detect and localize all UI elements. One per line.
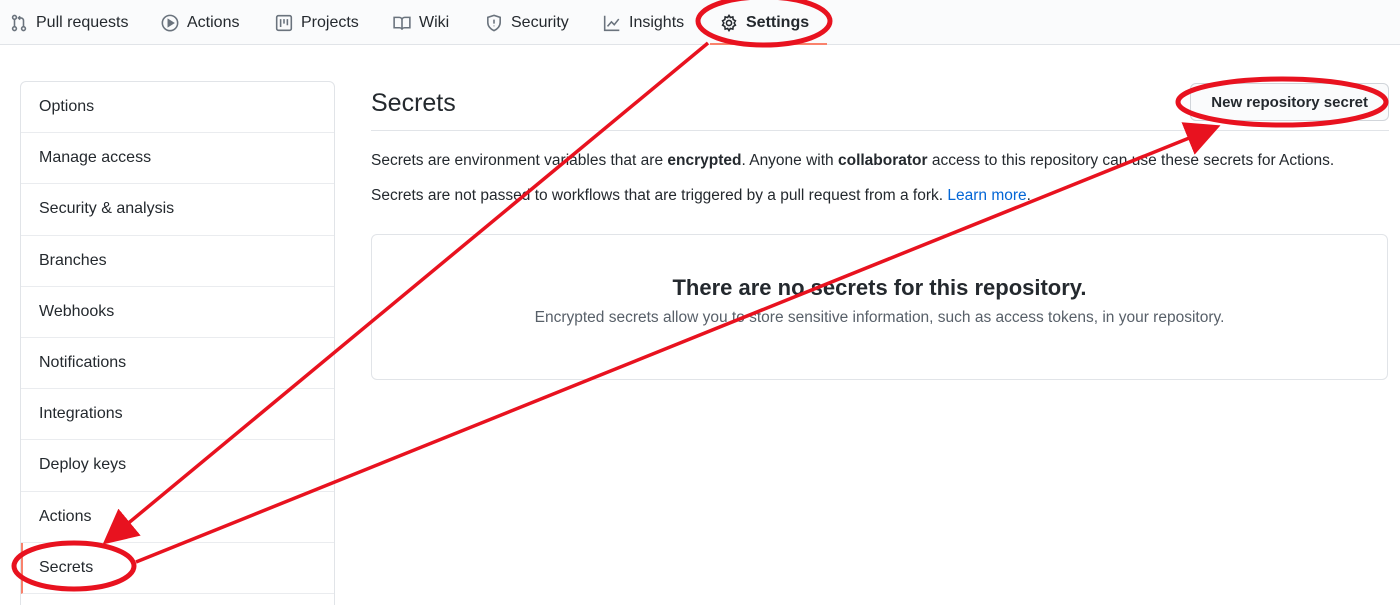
sidebar-item-manage-access[interactable]: Manage access [21,133,334,185]
description-text: . Anyone with [741,152,838,169]
empty-state-text: Encrypted secrets allow you to store sen… [534,309,1225,326]
empty-state: There are no secrets for this repository… [371,234,1388,380]
tab-wiki[interactable]: Wiki [393,0,449,45]
repo-nav: Pull requests Actions Projects Wiki Secu… [0,0,1400,45]
tab-pull-requests[interactable]: Pull requests [10,0,129,45]
tab-label: Insights [629,13,685,31]
tab-security[interactable]: Security [485,0,569,45]
fork-note: Secrets are not passed to workflows that… [371,187,1031,205]
learn-more-link[interactable]: Learn more [947,187,1026,204]
settings-sidebar: Options Manage access Security & analysi… [20,81,335,605]
secrets-description: Secrets are environment variables that a… [371,152,1334,170]
description-text: access to this repository can use these … [927,152,1335,169]
tab-label: Actions [187,13,240,31]
sidebar-item-notifications[interactable]: Notifications [21,338,334,390]
tab-settings[interactable]: Settings [709,0,828,45]
description-text: Secrets are environment variables that a… [371,152,668,169]
git-pull-request-icon [10,14,28,32]
sidebar-item-secrets[interactable]: Secrets [21,542,334,594]
sidebar-item-webhooks[interactable]: Webhooks [21,287,334,338]
sidebar-item-options[interactable]: Options [21,82,334,134]
tab-projects[interactable]: Projects [275,0,359,45]
sidebar-item-deploy-keys[interactable]: Deploy keys [21,440,334,492]
play-icon [161,14,179,32]
encrypted-emphasis: encrypted [667,152,742,169]
collaborator-emphasis: collaborator [837,152,928,169]
subhead: Secrets New repository secret [371,81,1389,131]
sidebar-item-security-analysis[interactable]: Security & analysis [21,184,334,236]
fork-note-end: . [1026,187,1031,204]
new-repository-secret-button[interactable]: New repository secret [1190,83,1389,121]
tab-label: Security [511,13,569,31]
empty-state-heading: There are no secrets for this repository… [672,275,1087,300]
sidebar-item-actions[interactable]: Actions [21,492,334,543]
book-icon [393,14,411,32]
sidebar-item-branches[interactable]: Branches [21,236,334,287]
secrets-panel: Secrets New repository secret Secrets ar… [371,81,1389,380]
gear-icon [720,13,738,32]
sidebar-item-integrations[interactable]: Integrations [21,389,334,441]
graph-icon [603,14,621,32]
tab-label: Settings [746,13,810,31]
tab-label: Wiki [419,13,450,31]
tab-insights[interactable]: Insights [603,0,684,45]
fork-note-text: Secrets are not passed to workflows that… [371,187,948,204]
tab-label: Projects [301,13,359,31]
tab-label: Pull requests [36,13,129,31]
tab-actions[interactable]: Actions [161,0,239,45]
shield-icon [485,14,503,32]
project-icon [275,14,293,32]
page-title: Secrets [371,89,456,117]
